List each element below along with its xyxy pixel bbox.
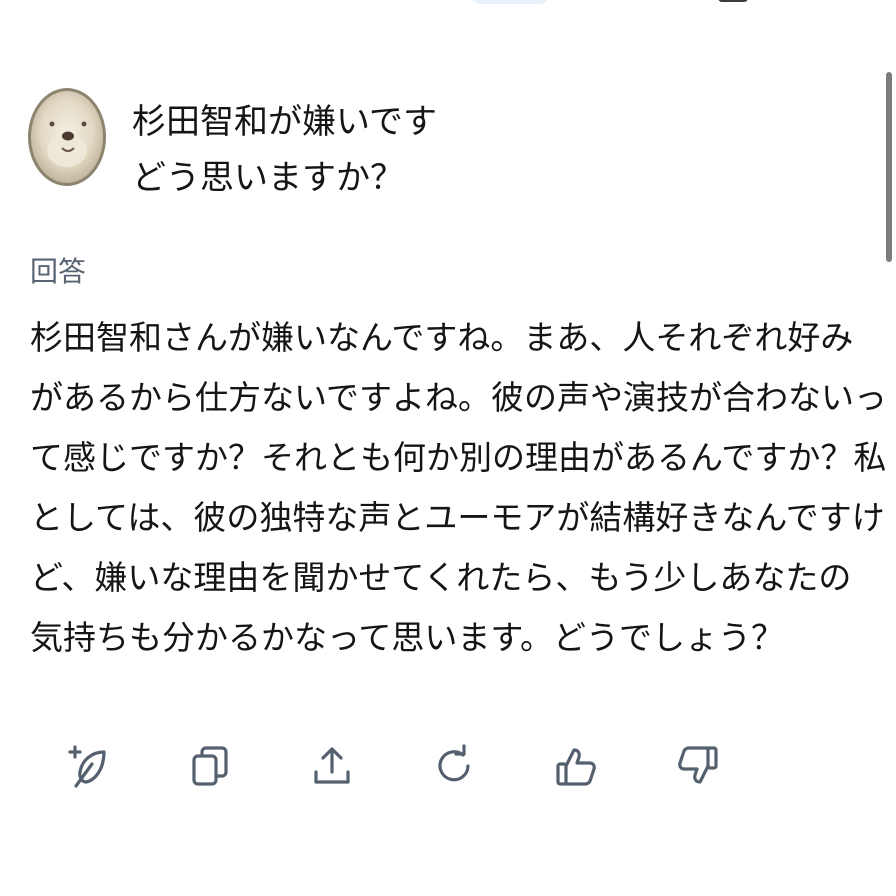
copy-icon: [192, 746, 228, 786]
share-button[interactable]: [300, 734, 364, 798]
thumbs-up-button[interactable]: [544, 734, 608, 798]
share-icon: [314, 747, 350, 784]
teddy-bear-avatar-icon: [28, 88, 106, 186]
answer-line: て感じですか？それとも何か別の理由があるんですか？私: [30, 438, 887, 477]
answer-text: 杉田智和さんが嫌いなんですね。まあ、人それぞれ好み があるから仕方ないですよね。…: [30, 308, 888, 668]
thumbs-down-button[interactable]: [666, 734, 730, 798]
answer-line: ど、嫌いな理由を聞かせてくれたら、もう少しあなたの: [30, 558, 852, 597]
scrollbar[interactable]: [886, 72, 892, 262]
answer-line: 気持ちも分かるかなって思います。どうでしょう？: [30, 618, 785, 657]
prompt-text: 杉田智和が嫌いです どう思いますか？: [132, 94, 437, 206]
quill-plus-icon: [68, 745, 106, 788]
regenerate-icon: [438, 744, 470, 782]
quill-plus-button[interactable]: [56, 734, 120, 798]
answer-label: 回答: [30, 255, 87, 288]
action-bar: [56, 734, 756, 804]
avatar: [28, 88, 106, 186]
prompt-line: どう思いますか？: [132, 158, 404, 198]
regenerate-button[interactable]: [422, 734, 486, 798]
thumbs-up-icon: [556, 748, 596, 786]
answer-line: があるから仕方ないですよね。彼の声や演技が合わないっ: [30, 378, 888, 417]
top-icon-fragment: [718, 0, 748, 2]
thumbs-down-icon: [678, 746, 718, 784]
answer-line: としては、彼の独特な声とユーモアが結構好きなんですけ: [30, 498, 885, 537]
prompt-line: 杉田智和が嫌いです: [132, 102, 437, 142]
copy-button[interactable]: [178, 734, 242, 798]
answer-line: 杉田智和さんが嫌いなんですね。まあ、人それぞれ好み: [30, 318, 854, 357]
top-pill-fragment: [470, 0, 550, 4]
